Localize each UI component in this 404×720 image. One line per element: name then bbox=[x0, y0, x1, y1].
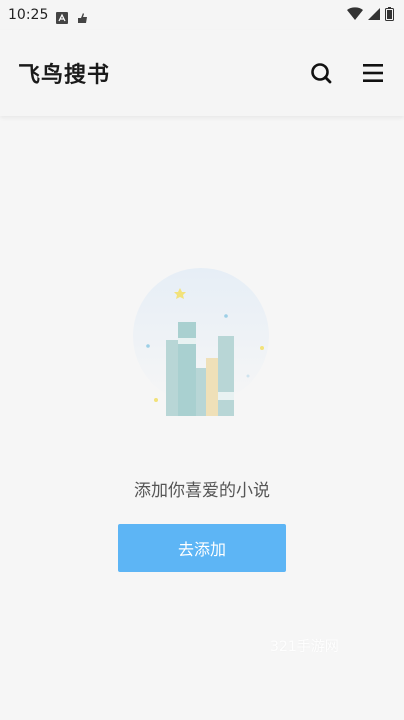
app-bar: 飞鸟搜书 bbox=[0, 30, 404, 116]
notification-a-icon bbox=[56, 9, 69, 24]
wifi-icon bbox=[347, 6, 363, 25]
battery-icon bbox=[385, 6, 394, 25]
empty-state-message: 添加你喜爱的小说 bbox=[134, 481, 270, 501]
status-right bbox=[347, 6, 394, 25]
watermark: 321手游网 bbox=[270, 639, 339, 655]
add-novel-button[interactable]: 去添加 bbox=[118, 524, 286, 572]
search-icon[interactable] bbox=[308, 60, 334, 86]
status-left: 10:25 bbox=[8, 7, 88, 24]
main-content: 添加你喜爱的小说 去添加 321手游网 bbox=[0, 116, 404, 720]
notification-app-icon bbox=[76, 9, 88, 23]
app-actions bbox=[308, 60, 386, 86]
books-empty-icon bbox=[130, 268, 272, 420]
menu-icon[interactable] bbox=[360, 60, 386, 86]
status-time: 10:25 bbox=[8, 7, 49, 23]
app-title: 飞鸟搜书 bbox=[18, 63, 111, 88]
status-bar: 10:25 bbox=[0, 0, 404, 30]
signal-icon bbox=[367, 6, 381, 25]
